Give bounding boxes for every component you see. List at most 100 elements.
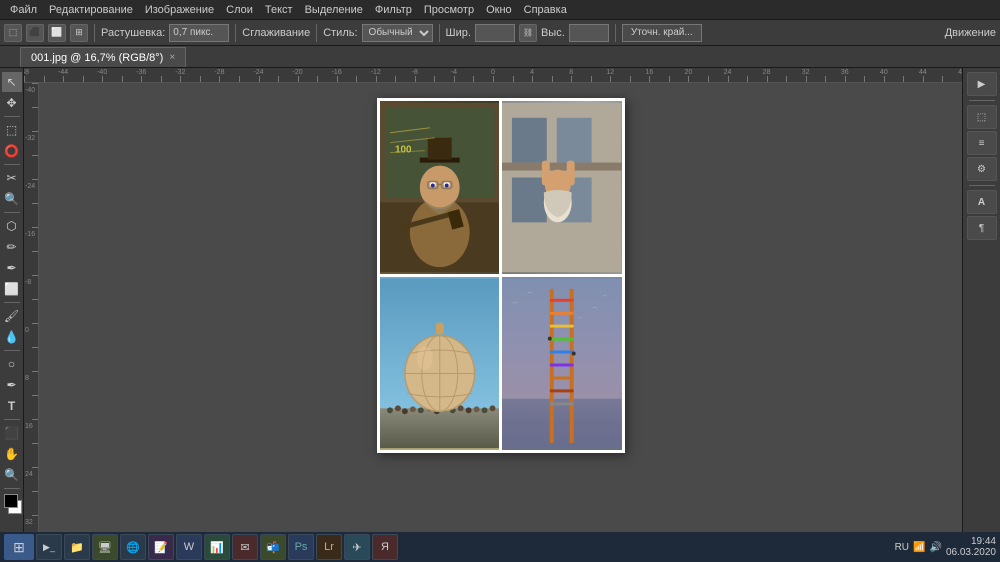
panel-separator2 — [969, 185, 995, 186]
menu-file[interactable]: Файл — [4, 2, 43, 18]
taskbar: ⊞ ▶_ 📁 🖥 🌐 📝 W 📊 ✉ 📬 Ps Lr ✈ Я RU 📶 🔊 19… — [0, 532, 1000, 562]
options-separator4 — [439, 24, 440, 42]
zoom-tool[interactable]: 🔍 — [2, 465, 22, 485]
selection-tool[interactable]: ↖ — [2, 72, 22, 92]
panel-separator — [969, 100, 995, 101]
tool-options-icon4[interactable]: ⊞ — [70, 24, 88, 42]
menu-selection[interactable]: Выделение — [299, 2, 369, 18]
image-top-right — [502, 101, 622, 274]
taskbar-spreadsheet[interactable]: 📊 — [204, 534, 230, 560]
svg-text:100: 100 — [394, 145, 411, 156]
dodge-tool[interactable]: ○ — [2, 354, 22, 374]
taskbar-browser[interactable]: 🌐 — [120, 534, 146, 560]
image-bottom-left — [380, 277, 500, 450]
blur-tool[interactable]: 💧 — [2, 327, 22, 347]
options-bar: ⬚ ⬛ ⬜ ⊞ Растушевка: Сглаживание Стиль: О… — [0, 20, 1000, 46]
color-swatch[interactable] — [2, 494, 22, 514]
panel-paragraph-btn[interactable]: ¶ — [967, 216, 997, 240]
menu-bar: Файл Редактирование Изображение Слои Тек… — [0, 0, 1000, 20]
tool-separator6 — [4, 419, 20, 420]
stil-label: Стиль: — [323, 27, 357, 39]
taskbar-files[interactable]: 📁 — [64, 534, 90, 560]
eyedropper-tool[interactable]: 🔍 — [2, 189, 22, 209]
taskbar-sublime[interactable]: 📝 — [148, 534, 174, 560]
document-canvas: 100 — [377, 98, 625, 453]
tool-separator7 — [4, 488, 20, 489]
left-toolbar: ↖ ✥ ⬚ ⭕ ✂ 🔍 ⬡ ✏ ✒ ⬜ 🖌 💧 ○ ✒ T ⬛ ✋ 🔍 — [0, 68, 24, 540]
brush-tool[interactable]: ✏ — [2, 237, 22, 257]
menu-filter[interactable]: Фильтр — [369, 2, 418, 18]
volume-icon: 🔊 — [929, 542, 941, 553]
lock-icon[interactable]: ⛓ — [519, 24, 537, 42]
eraser-tool[interactable]: ⬜ — [2, 279, 22, 299]
taskbar-telegram[interactable]: ✈ — [344, 534, 370, 560]
pen-tool[interactable]: ✒ — [2, 375, 22, 395]
taskbar-time: 19:44 06.03.2020 — [946, 536, 996, 558]
taskbar-tray: RU 📶 🔊 19:44 06.03.2020 — [895, 536, 996, 558]
tool-separator2 — [4, 164, 20, 165]
menu-text[interactable]: Текст — [259, 2, 299, 18]
marquee-tool[interactable]: ⬚ — [2, 120, 22, 140]
start-button[interactable]: ⊞ — [4, 534, 34, 560]
move-tool[interactable]: ✥ — [2, 93, 22, 113]
taskbar-ps[interactable]: Ps — [288, 534, 314, 560]
ruler-top: -48-44-40-36-32-28-24-20-16-12-8-4048121… — [24, 68, 962, 83]
lasso-tool[interactable]: ⭕ — [2, 141, 22, 161]
shir-input[interactable] — [475, 24, 515, 42]
tool-options-icon2[interactable]: ⬛ — [26, 24, 44, 42]
image-grid: 100 — [377, 98, 625, 453]
image-bottom-right — [502, 277, 622, 450]
panel-properties-btn[interactable]: ≡ — [967, 131, 997, 155]
taskbar-app1[interactable]: 🖥 — [92, 534, 118, 560]
menu-help[interactable]: Справка — [518, 2, 573, 18]
menu-view[interactable]: Просмотр — [418, 2, 480, 18]
taskbar-yandex[interactable]: Я — [372, 534, 398, 560]
options-separator5 — [615, 24, 616, 42]
right-panel: ▶ ⬚ ≡ ⚙ A ¶ — [962, 68, 1000, 540]
image-top-left: 100 — [380, 101, 500, 274]
tool-separator — [4, 116, 20, 117]
hand-tool[interactable]: ✋ — [2, 444, 22, 464]
gradient-tool[interactable]: 🖌 — [2, 306, 22, 326]
shape-tool[interactable]: ⬛ — [2, 423, 22, 443]
taskbar-terminal[interactable]: ▶_ — [36, 534, 62, 560]
menu-layers[interactable]: Слои — [220, 2, 259, 18]
vis-input[interactable] — [569, 24, 609, 42]
menu-edit[interactable]: Редактирование — [43, 2, 139, 18]
healing-tool[interactable]: ⬡ — [2, 216, 22, 236]
options-separator2 — [235, 24, 236, 42]
vis-label: Выс. — [541, 27, 565, 39]
text-tool[interactable]: T — [2, 396, 22, 416]
options-separator — [94, 24, 95, 42]
main-layout: ↖ ✥ ⬚ ⭕ ✂ 🔍 ⬡ ✏ ✒ ⬜ 🖌 💧 ○ ✒ T ⬛ ✋ 🔍 — [0, 68, 1000, 540]
tool-separator4 — [4, 302, 20, 303]
rastushevka-input[interactable] — [169, 24, 229, 42]
taskbar-word[interactable]: W — [176, 534, 202, 560]
taskbar-filezilla[interactable]: ✉ — [232, 534, 258, 560]
menu-image[interactable]: Изображение — [139, 2, 220, 18]
signal-icon: 📶 — [913, 542, 925, 553]
menu-window[interactable]: Окно — [480, 2, 518, 18]
crop-tool[interactable]: ✂ — [2, 168, 22, 188]
tool-options-icon[interactable]: ⬚ — [4, 24, 22, 42]
tool-separator5 — [4, 350, 20, 351]
tab-close-button[interactable]: × — [169, 52, 175, 63]
panel-text-btn[interactable]: A — [967, 190, 997, 214]
tool-options-icon3[interactable]: ⬜ — [48, 24, 66, 42]
canvas-scroll[interactable]: 100 — [39, 83, 962, 540]
panel-screen-btn[interactable]: ⬚ — [967, 105, 997, 129]
clone-tool[interactable]: ✒ — [2, 258, 22, 278]
stil-select[interactable]: Обычный — [362, 24, 433, 42]
taskbar-mail[interactable]: 📬 — [260, 534, 286, 560]
rastushevka-label: Растушевка: — [101, 27, 165, 39]
utoch-button[interactable]: Уточн. край... — [622, 24, 702, 42]
options-separator3 — [316, 24, 317, 42]
canvas-area: -48-44-40-36-32-28-24-20-16-12-8-4048121… — [24, 68, 962, 540]
sglazhivanie-label: Сглаживание — [242, 27, 310, 39]
taskbar-lr[interactable]: Lr — [316, 534, 342, 560]
document-tab[interactable]: 001.jpg @ 16,7% (RGB/8°) × — [20, 47, 186, 67]
panel-play-btn[interactable]: ▶ — [967, 72, 997, 96]
shir-label: Шир. — [446, 27, 471, 39]
panel-gear-btn[interactable]: ⚙ — [967, 157, 997, 181]
lang-indicator: RU — [895, 542, 909, 553]
